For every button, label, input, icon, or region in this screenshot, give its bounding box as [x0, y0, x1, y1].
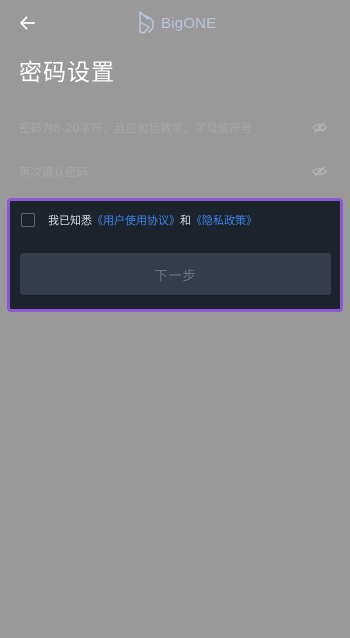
user-agreement-link[interactable]: 《用户使用协议》	[92, 214, 180, 227]
brand-name: BigONE	[161, 14, 217, 32]
confirm-password-visibility-toggle[interactable]	[312, 165, 327, 178]
next-step-button[interactable]: 下一步	[20, 253, 331, 295]
eye-icon	[312, 122, 327, 133]
arrow-left-icon	[20, 16, 35, 30]
agreement-connector: 和	[180, 214, 191, 227]
agreement-panel: 我已知悉《用户使用协议》和《隐私政策》 下一步	[7, 198, 343, 312]
password-field	[19, 113, 330, 143]
top-bar: BigONE	[0, 0, 350, 46]
page-title: 密码设置	[19, 60, 115, 86]
back-button[interactable]	[14, 10, 42, 36]
agreement-text: 我已知悉《用户使用协议》和《隐私政策》	[48, 213, 257, 228]
eye-icon	[312, 166, 327, 177]
agreement-checkbox[interactable]	[21, 213, 35, 227]
password-input[interactable]	[19, 113, 299, 143]
bigone-logo-icon	[139, 11, 154, 34]
agreement-prefix: 我已知悉	[48, 214, 92, 227]
confirm-password-field	[19, 157, 330, 187]
confirm-password-input[interactable]	[19, 157, 299, 187]
brand-logo: BigONE	[136, 9, 216, 37]
password-visibility-toggle[interactable]	[312, 121, 327, 134]
privacy-policy-link[interactable]: 《隐私政策》	[191, 214, 257, 227]
